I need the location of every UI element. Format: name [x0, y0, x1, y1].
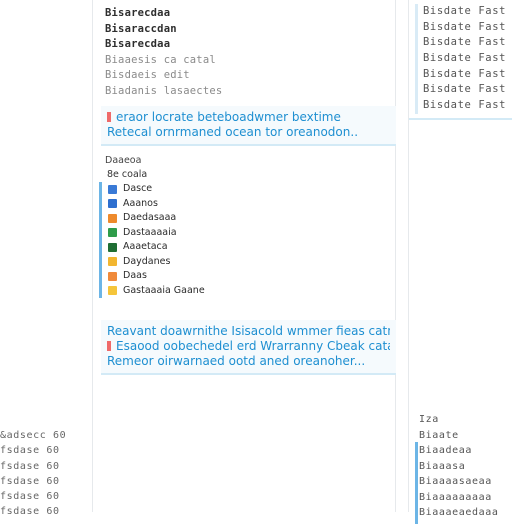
banner-text: Remeor oirwarnaed ootd aned oreanoher... [107, 354, 366, 368]
banner-text: eraor locrate beteboadwmer bextime [116, 110, 341, 124]
app-icon [108, 286, 117, 296]
list-item[interactable]: Bisarecdaa [105, 6, 222, 22]
banner-text: Reavant doawrnithe Isisacold wmmer fieas… [107, 324, 390, 338]
list-item[interactable]: Bisdate Fast [423, 51, 506, 67]
list-item[interactable]: fsdase 60 [0, 504, 66, 519]
list-item[interactable]: fsdase 60 [0, 489, 66, 504]
banner-text: Esaood oobechedel erd Wrarranny Cbeak ca… [116, 339, 390, 353]
list-item[interactable]: Bisdate Fast [423, 35, 506, 51]
list-item[interactable]: &adsecc 60 [0, 428, 66, 443]
list-item[interactable]: Bisdate Fast [423, 82, 506, 98]
tree-item-label: Daedasaaa [123, 212, 177, 223]
app-icon [108, 228, 117, 238]
left-pane: &adsecc 60 fsdase 60 fsdase 60 fsdase 60… [0, 0, 86, 517]
main-pane: Bisarecdaa Bisaraccdan Bisarecdaa Biaaes… [92, 0, 396, 512]
list-item[interactable]: Iza [415, 412, 498, 428]
list-item[interactable]: Bisdate Fast [423, 4, 506, 20]
tree-item-label: Dasce [123, 183, 153, 194]
app-icon [108, 271, 117, 281]
tree-item-label: Daydanes [123, 255, 171, 267]
list-item[interactable]: Bisdate Fast [423, 20, 506, 36]
list-item[interactable]: Biadanis lasaectes [105, 84, 222, 100]
list-item[interactable]: Biaadeaa [415, 443, 498, 459]
list-item[interactable]: Biaaasa [415, 459, 498, 475]
tree-item[interactable]: Dasce [108, 182, 205, 197]
tree-item[interactable]: Daydanes [108, 255, 205, 270]
list-item[interactable]: fsdase 60 [0, 474, 66, 489]
list-item[interactable]: Bisarecdaa [105, 37, 222, 53]
right-pane: Bisdate Fast Bisdate Fast Bisdate Fast B… [408, 0, 512, 524]
app-icon [108, 242, 117, 252]
top-list: Bisarecdaa Bisaraccdan Bisarecdaa Biaaes… [105, 6, 222, 99]
list-item[interactable]: Biaaaasaeaa [415, 474, 498, 490]
info-banner: Reavant doawrnithe Isisacold wmmer fieas… [101, 320, 396, 375]
tree-item-label: Aaaetaca [123, 241, 168, 252]
app-icon [108, 199, 117, 209]
banner-text: Retecal ornrmaned ocean tor oreanodon.. [107, 125, 359, 139]
list-item[interactable]: Bisdate Fast [423, 98, 506, 114]
list-item[interactable]: fsdase 60 [0, 443, 66, 458]
app-icon [108, 213, 117, 223]
tree-item[interactable]: Dastaaaaia [108, 226, 205, 241]
list-item[interactable]: Bisdaeis edit [105, 68, 222, 84]
tree-items: Dasce Aaanos Daedasaaa Dastaaaaia Aaaeta… [99, 182, 205, 298]
tree-item-label: Gastaaaia Gaane [123, 284, 205, 296]
tree-item[interactable]: Daedasaaa [108, 211, 205, 226]
section-title: Daaeoa [105, 155, 142, 166]
list-item[interactable]: Biaate [415, 428, 498, 444]
app-tree: 8e coala Dasce Aaanos Daedasaaa Dastaaaa… [99, 168, 205, 298]
list-item[interactable]: Bisaraccdan [105, 22, 222, 38]
app-icon [108, 184, 117, 194]
tree-item-label: Dastaaaaia [123, 226, 177, 238]
tree-item[interactable]: Daas [108, 269, 205, 284]
tree-item-label: Daas [123, 270, 147, 281]
list-item[interactable]: Biaaesis ca catal [105, 53, 222, 69]
left-edge-list: &adsecc 60 fsdase 60 fsdase 60 fsdase 60… [0, 428, 66, 520]
right-bottom-list: Iza Biaate Biaadeaa Biaaasa Biaaaasaeaa … [415, 412, 498, 524]
tree-caption: 8e coala [107, 169, 148, 180]
list-item[interactable]: fsdase 60 [0, 459, 66, 474]
alert-indicator-icon [107, 112, 111, 122]
info-banner: eraor locrate beteboadwmer bextime Retec… [101, 106, 396, 146]
alert-indicator-icon [107, 341, 111, 351]
list-item[interactable]: Bisdate Fast [423, 67, 506, 83]
app-icon [108, 257, 117, 267]
list-item[interactable]: Biaaaeaedaaa [415, 505, 498, 521]
tree-item[interactable]: Aaaetaca [108, 240, 205, 255]
tree-item-label: Aaanos [123, 197, 158, 209]
right-list: Bisdate Fast Bisdate Fast Bisdate Fast B… [415, 4, 506, 114]
tree-item[interactable]: Gastaaaia Gaane [108, 284, 205, 299]
tree-item[interactable]: Aaanos [108, 197, 205, 212]
list-item[interactable]: Biaaaaaaaaa [415, 490, 498, 506]
